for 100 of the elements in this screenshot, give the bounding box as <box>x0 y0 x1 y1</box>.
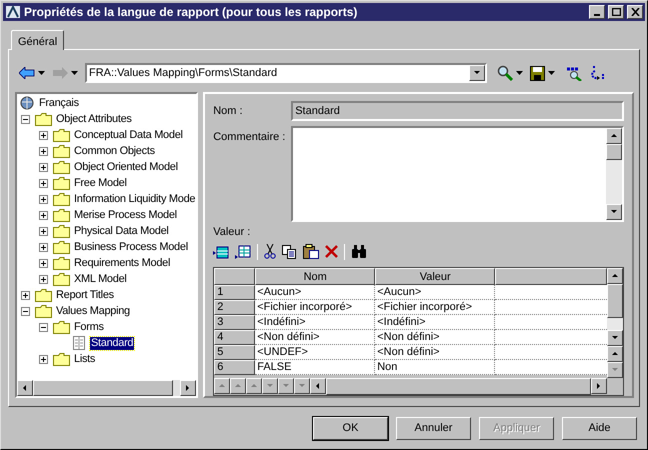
row-header[interactable]: 2 <box>214 300 256 314</box>
scroll-top-button[interactable] <box>607 346 624 362</box>
paste-icon[interactable] <box>303 244 320 259</box>
folder-icon <box>53 224 70 238</box>
collapse-icon[interactable] <box>21 306 30 316</box>
move-up-button[interactable] <box>246 378 262 394</box>
comment-label: Commentaire : <box>213 130 286 145</box>
save-icon[interactable] <box>530 66 545 80</box>
expand-icon[interactable] <box>39 178 48 188</box>
expand-icon[interactable] <box>39 354 48 364</box>
folder-icon <box>53 144 70 158</box>
row-header[interactable]: 1 <box>214 284 256 300</box>
tree-item[interactable]: Standard <box>90 336 134 350</box>
scroll-bottom-button[interactable] <box>607 362 624 378</box>
binoculars-icon[interactable] <box>351 245 368 258</box>
dialog-button[interactable]: Annuler <box>396 416 471 440</box>
expand-icon[interactable] <box>39 226 48 236</box>
folder-icon <box>35 304 52 318</box>
move-up-button[interactable] <box>230 378 246 394</box>
scroll-right-button[interactable] <box>180 380 196 396</box>
scroll-up-button[interactable] <box>606 128 622 144</box>
back-arrow-icon[interactable] <box>19 67 35 79</box>
expand-icon[interactable] <box>39 258 48 268</box>
scroll-up-button[interactable] <box>607 268 624 284</box>
column-header[interactable]: Valeur <box>375 268 496 284</box>
tree-item[interactable]: Merise Process Model <box>73 208 178 222</box>
copy-icon[interactable] <box>282 244 298 258</box>
expand-icon[interactable] <box>39 210 48 220</box>
tree-item[interactable]: Forms <box>73 320 105 334</box>
tree-item[interactable]: Values Mapping <box>55 304 131 318</box>
delete-icon[interactable] <box>325 245 338 258</box>
column-header[interactable]: Nom <box>255 268 376 284</box>
folder-icon <box>35 112 52 126</box>
tree-item[interactable]: Object Oriented Model <box>73 160 179 174</box>
tree-item[interactable]: Information Liquidity Mode <box>73 192 196 206</box>
caret-icon[interactable] <box>548 71 555 75</box>
minimize-button[interactable] <box>589 5 605 19</box>
maximize-icon <box>612 8 620 16</box>
expand-icon[interactable] <box>39 242 48 252</box>
tree-item[interactable]: Common Objects <box>73 144 156 158</box>
tree-item[interactable]: Français <box>38 96 80 110</box>
move-down-button[interactable] <box>278 378 294 394</box>
scroll-down-button[interactable] <box>606 204 622 220</box>
folder-icon <box>53 256 70 270</box>
scroll-left-button[interactable] <box>310 378 326 394</box>
row-header[interactable]: 4 <box>214 330 256 344</box>
dialog-button[interactable]: Aide <box>562 416 637 440</box>
comment-field[interactable] <box>291 126 624 222</box>
tree-item[interactable]: Conceptual Data Model <box>73 128 184 142</box>
expand-icon[interactable] <box>21 290 30 300</box>
scrollbar-thumb[interactable] <box>33 380 173 396</box>
row-header[interactable]: 5 <box>214 344 256 360</box>
folder-icon <box>53 176 70 190</box>
folder-icon <box>53 160 70 174</box>
tab[interactable]: Général <box>11 30 64 50</box>
tree-item[interactable]: Report Titles <box>55 288 115 302</box>
caret-icon[interactable] <box>71 71 78 75</box>
insert-row-icon[interactable] <box>213 244 230 258</box>
spell-check-icon[interactable] <box>566 65 582 81</box>
add-row-icon[interactable] <box>235 244 252 258</box>
replace-icon[interactable] <box>590 65 606 81</box>
scroll-down-button[interactable] <box>607 330 624 346</box>
tree-item[interactable]: XML Model <box>73 272 128 286</box>
move-up-button[interactable] <box>214 378 230 394</box>
expand-icon[interactable] <box>39 194 48 204</box>
collapse-icon[interactable] <box>39 322 48 332</box>
row-header[interactable]: 6 <box>214 360 256 374</box>
tree-item[interactable]: Requirements Model <box>73 256 172 270</box>
dropdown-button[interactable] <box>469 65 485 81</box>
scroll-right-button[interactable] <box>591 378 608 394</box>
close-button[interactable] <box>627 5 643 19</box>
collapse-icon[interactable] <box>21 114 30 124</box>
row-header[interactable]: 3 <box>214 314 256 330</box>
cut-icon[interactable] <box>264 244 276 259</box>
scrollbar-thumb[interactable] <box>607 284 624 318</box>
dialog-button[interactable]: OK <box>313 416 388 440</box>
folder-icon <box>53 128 70 142</box>
tree-item[interactable]: Physical Data Model <box>73 224 170 238</box>
scroll-left-button[interactable] <box>17 380 33 396</box>
caret-icon[interactable] <box>38 71 45 75</box>
expand-icon[interactable] <box>39 146 48 156</box>
tree-item[interactable]: Object Attributes <box>55 112 133 126</box>
expand-icon[interactable] <box>39 162 48 172</box>
tree-item[interactable]: Business Process Model <box>73 240 189 254</box>
search-icon[interactable] <box>497 65 513 81</box>
move-down-button[interactable] <box>294 378 310 394</box>
path-combo[interactable]: FRA::Values Mapping\Forms\Standard <box>85 63 487 83</box>
app-icon <box>5 4 21 20</box>
expand-icon[interactable] <box>39 274 48 284</box>
move-down-button[interactable] <box>262 378 278 394</box>
tree-item[interactable]: Lists <box>73 352 96 366</box>
close-icon <box>630 8 640 16</box>
scrollbar-thumb[interactable] <box>326 378 592 394</box>
expand-icon[interactable] <box>39 130 48 140</box>
caret-icon[interactable] <box>516 71 523 75</box>
form-icon <box>73 336 85 350</box>
scrollbar-thumb[interactable] <box>606 144 622 160</box>
maximize-button[interactable] <box>608 5 624 19</box>
tree-item[interactable]: Free Model <box>73 176 128 190</box>
name-field[interactable]: Standard <box>291 101 624 121</box>
